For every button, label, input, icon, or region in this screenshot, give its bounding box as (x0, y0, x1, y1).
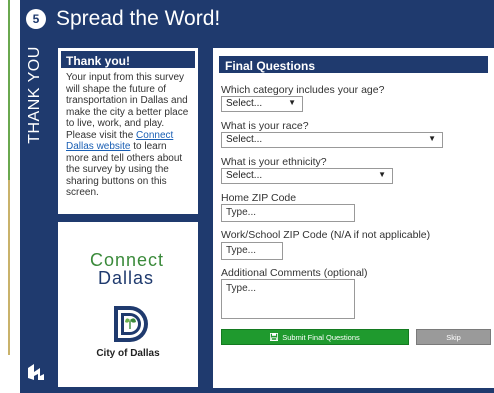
vertical-section-label: THANK YOU (22, 40, 48, 150)
step-number-badge: 5 (26, 9, 46, 29)
submit-final-questions-button[interactable]: Submit Final Questions (221, 329, 409, 345)
app-logo-icon[interactable] (26, 362, 46, 382)
city-of-dallas-label: City of Dallas (96, 348, 160, 359)
work-zip-input[interactable]: Type... (221, 242, 283, 260)
thank-you-text: Your input from this survey will shape t… (61, 68, 195, 203)
left-edge-tan (0, 180, 10, 355)
ethnicity-select[interactable]: Select... ▼ (221, 168, 393, 184)
age-label: Which category includes your age? (221, 84, 385, 96)
home-zip-label: Home ZIP Code (221, 192, 297, 204)
work-zip-label: Work/School ZIP Code (N/A if not applica… (221, 229, 431, 241)
ethnicity-select-value: Select... (226, 170, 263, 181)
thank-you-card: Thank you! Your input from this survey w… (58, 48, 198, 214)
race-label: What is your race? (221, 120, 309, 132)
final-questions-heading: Final Questions (219, 56, 488, 73)
chevron-down-icon: ▼ (428, 134, 436, 143)
vertical-label-text: THANK YOU (26, 46, 43, 144)
save-icon (270, 333, 279, 341)
age-select-value: Select... (226, 98, 263, 109)
submit-button-label: Submit Final Questions (282, 332, 360, 342)
comments-label: Additional Comments (optional) (221, 267, 368, 279)
city-of-dallas-seal-icon (114, 306, 148, 342)
thank-you-heading: Thank you! (61, 51, 195, 68)
race-select-value: Select... (226, 134, 263, 145)
panel-header: 5 Spread the Word! (20, 0, 494, 38)
connect-dallas-logo: Connect Dallas (78, 250, 178, 289)
chevron-down-icon: ▼ (378, 170, 386, 179)
connect-dallas-logo-dallas: Dallas (98, 268, 155, 288)
comments-textarea[interactable]: Type... (221, 279, 355, 319)
home-zip-input[interactable]: Type... (221, 204, 355, 222)
skip-button[interactable]: Skip (416, 329, 491, 345)
chevron-down-icon: ▼ (288, 98, 296, 107)
skip-button-label: Skip (446, 332, 461, 342)
page-title: Spread the Word! (56, 7, 221, 30)
left-edge-strip (0, 0, 16, 393)
final-questions-card: Final Questions Which category includes … (213, 48, 494, 388)
age-select[interactable]: Select... ▼ (221, 96, 303, 112)
ethnicity-label: What is your ethnicity? (221, 156, 327, 168)
logo-card: Connect Dallas City of Dallas (58, 222, 198, 387)
left-edge-green (0, 0, 10, 180)
survey-panel: 5 Spread the Word! THANK YOU Thank you! … (20, 0, 494, 393)
race-select[interactable]: Select... ▼ (221, 132, 443, 148)
